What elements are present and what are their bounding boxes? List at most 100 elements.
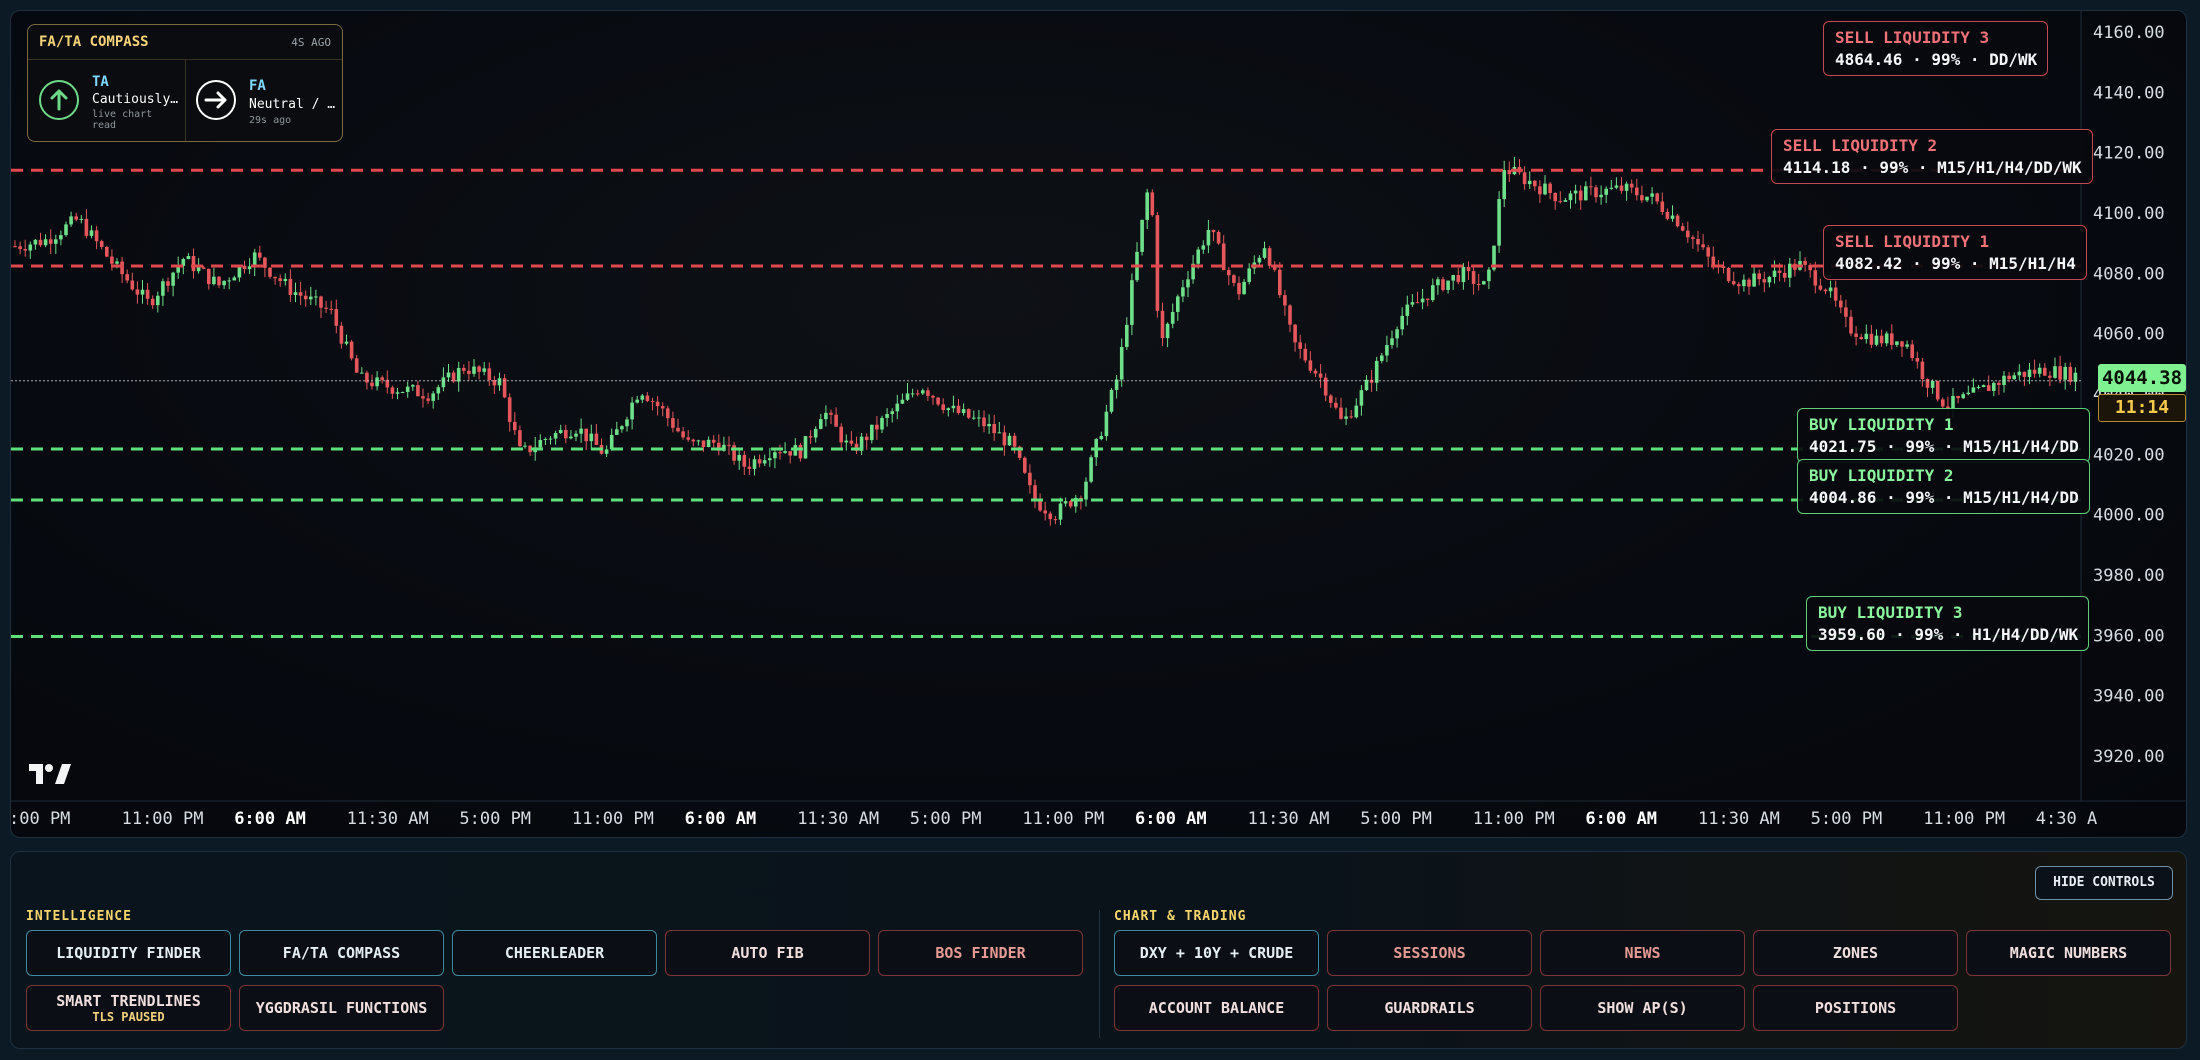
candle-body (1803, 260, 1807, 265)
candle-body (1176, 296, 1180, 312)
magic-numbers-button[interactable]: MAGIC NUMBERS (1966, 930, 2171, 976)
candle-body (314, 296, 318, 298)
candle-body (1466, 267, 1471, 272)
candle-body (329, 308, 333, 310)
candle-body (1849, 316, 1853, 334)
dxy-10y-crude-button[interactable]: DXY + 10Y + CRUDE (1114, 930, 1319, 976)
candle-body (1425, 298, 1430, 301)
news-button[interactable]: NEWS (1540, 930, 1745, 976)
sell-liquidity-3-label[interactable]: SELL LIQUIDITY 3 4864.46 · 99% · DD/WK (1823, 21, 2049, 76)
candle-body (620, 426, 624, 430)
candle-body (79, 218, 84, 220)
buy-liquidity-1-label[interactable]: BUY LIQUIDITY 1 4021.75 · 99% · M15/H1/H… (1797, 408, 2090, 463)
candle-body (441, 377, 446, 388)
sessions-button[interactable]: SESSIONS (1327, 930, 1532, 976)
fa-ta-compass-button[interactable]: FA/TA COMPASS (239, 930, 444, 976)
button-label: ACCOUNT BALANCE (1148, 999, 1285, 1017)
hide-controls-button[interactable]: HIDE CONTROLS (2035, 866, 2173, 900)
candle-body (630, 402, 634, 420)
candle-body (400, 391, 405, 393)
bos-finder-button[interactable]: BOS FINDER (878, 930, 1083, 976)
candle-body (421, 396, 425, 399)
candle-body (1181, 287, 1185, 297)
liquidity-title: SELL LIQUIDITY 2 (1783, 136, 1938, 155)
candle-body (487, 368, 492, 380)
candle-body (1288, 305, 1292, 325)
candle-body (472, 366, 476, 374)
candle-body (1048, 513, 1053, 520)
yggdrasil-functions-button[interactable]: YGGDRASIL FUNCTIONS (239, 985, 444, 1031)
candle-body (2022, 371, 2027, 377)
candle-body (645, 395, 650, 402)
candle-body (1390, 338, 1394, 346)
chart-panel[interactable]: 4160.00 4140.00 4120.00 4100.00 4080.00 4060.… (10, 10, 2187, 838)
liquidity-finder-button[interactable]: LIQUIDITY FINDER (26, 930, 231, 976)
candle-body (553, 432, 558, 439)
cheerleader-button[interactable]: CHEERLEADER (452, 930, 657, 976)
buy-liquidity-2-label[interactable]: BUY LIQUIDITY 2 4004.86 · 99% · M15/H1/H… (1797, 459, 2090, 514)
sell-liquidity-2-label[interactable]: SELL LIQUIDITY 2 4114.18 · 99% · M15/H1/… (1771, 129, 2093, 184)
candle-body (1828, 287, 1833, 292)
liquidity-detail: 3959.60 · 99% · H1/H4/DD/WK (1818, 625, 2079, 644)
candle-body (446, 372, 451, 378)
candle-body (426, 398, 430, 401)
button-label: DXY + 10Y + CRUDE (1139, 944, 1294, 962)
candle-body (839, 426, 843, 443)
candle-body (1293, 324, 1297, 343)
candle-body (2043, 367, 2047, 376)
candle-body (166, 281, 170, 286)
candle-body (1951, 395, 1955, 409)
candle-body (59, 235, 63, 240)
sell-liquidity-1-label[interactable]: SELL LIQUIDITY 1 4082.42 · 99% · M15/H1/… (1823, 225, 2087, 280)
candle-body (905, 393, 910, 400)
candle-body (380, 377, 384, 380)
candle-body (910, 393, 915, 395)
candle-body (640, 395, 645, 400)
time-tick-label: 11:00 PM (1473, 809, 1555, 829)
candle-body (813, 428, 818, 438)
candle-body (84, 218, 89, 236)
ta-label: TA (92, 74, 109, 90)
candle-body (1890, 333, 1894, 345)
smart-trendlines-button[interactable]: SMART TRENDLINES TLS PAUSED (26, 985, 231, 1031)
candle-body (1043, 510, 1047, 514)
candle-body (135, 289, 140, 295)
candle-body (696, 440, 701, 442)
button-label: GUARDRAILS (1384, 999, 1475, 1017)
fa-ta-compass-card[interactable]: FA/TA COMPASS 4S AGO TA Cautiously… live… (27, 24, 343, 142)
guardrails-button[interactable]: GUARDRAILS (1327, 985, 1532, 1031)
candle-body (2037, 367, 2042, 374)
candle-body (18, 246, 22, 250)
candle-body (1629, 183, 1634, 188)
positions-button[interactable]: POSITIONS (1753, 985, 1958, 1031)
candle-body (1339, 407, 1343, 419)
candle-body (819, 419, 823, 429)
candle-body (405, 386, 410, 392)
candle-body (1415, 302, 1420, 304)
candle-body (247, 266, 252, 270)
candle-body (783, 451, 787, 453)
show-aps-button[interactable]: SHOW AP(S) (1540, 985, 1745, 1031)
zones-button[interactable]: ZONES (1753, 930, 1958, 976)
button-label: BOS FINDER (935, 944, 1026, 962)
candle-body (115, 261, 119, 264)
candle-body (650, 401, 655, 403)
candle-body (309, 296, 313, 300)
candle-body (1441, 279, 1445, 290)
candle-body (344, 341, 349, 344)
account-balance-button[interactable]: ACCOUNT BALANCE (1114, 985, 1319, 1031)
tradingview-logo-icon[interactable] (27, 761, 73, 791)
candle-body (936, 397, 940, 405)
auto-fib-button[interactable]: AUTO FIB (665, 930, 870, 976)
candle-body (1742, 279, 1746, 287)
candle-body (467, 370, 471, 374)
candle-body (1329, 395, 1333, 403)
time-tick-label: 6:00 AM (234, 809, 306, 829)
candle-body (1298, 342, 1302, 349)
candle-body (1145, 192, 1149, 220)
candle-body (1308, 360, 1313, 371)
candle-body (1665, 211, 1670, 219)
buy-liquidity-3-label[interactable]: BUY LIQUIDITY 3 3959.60 · 99% · H1/H4/DD… (1806, 596, 2090, 651)
candle-body (1155, 215, 1160, 311)
time-tick-label: 11:30 AM (797, 809, 879, 829)
